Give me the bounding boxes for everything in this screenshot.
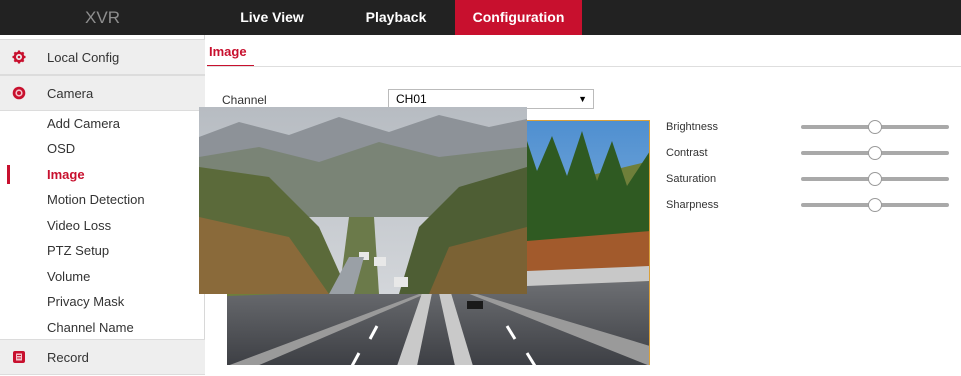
chevron-down-icon: ▼ (578, 94, 587, 104)
slider-thumb[interactable] (868, 120, 882, 134)
sidebar-item-video-loss[interactable]: Video Loss (0, 213, 205, 238)
sidebar-item-record[interactable]: Record (0, 339, 205, 375)
saturation-label: Saturation (666, 173, 717, 185)
slider-thumb[interactable] (868, 198, 882, 212)
sidebar-item-label: OSD (47, 141, 76, 156)
brightness-slider[interactable] (801, 120, 949, 134)
camera-preview-overlay-image (199, 107, 527, 294)
sidebar-item-label: Image (47, 167, 85, 182)
divider (207, 66, 961, 67)
sidebar-item-label: Record (47, 350, 89, 365)
sidebar-item-image[interactable]: Image (0, 162, 205, 187)
sidebar-item-label: Volume (47, 269, 91, 284)
sharpness-slider[interactable] (801, 198, 949, 212)
sidebar-item-volume[interactable]: Volume (0, 264, 205, 289)
sidebar-item-channel-name[interactable]: Channel Name (0, 315, 205, 340)
record-icon (12, 350, 26, 364)
sidebar-item-label: Privacy Mask (47, 294, 125, 309)
contrast-slider[interactable] (801, 146, 949, 160)
sidebar-item-add-camera[interactable]: Add Camera (0, 111, 205, 136)
sharpness-label: Sharpness (666, 199, 719, 211)
channel-label: Channel (222, 93, 267, 107)
slider-thumb[interactable] (868, 172, 882, 186)
sidebar: Local Config Camera Add Camera OSD Image… (0, 35, 205, 375)
top-bar: XVR Live View Playback Configuration (0, 0, 961, 35)
tab-configuration[interactable]: Configuration (455, 0, 582, 35)
sidebar-item-label: Camera (47, 86, 94, 101)
sidebar-item-label: Local Config (47, 50, 120, 65)
sidebar-item-label: Add Camera (47, 116, 120, 131)
sidebar-item-privacy-mask[interactable]: Privacy Mask (0, 289, 205, 314)
sidebar-item-label: Video Loss (47, 218, 112, 233)
sidebar-item-label: PTZ Setup (47, 243, 110, 258)
channel-select[interactable]: CH01 ▼ (388, 89, 594, 109)
sidebar-item-local-config[interactable]: Local Config (0, 39, 205, 75)
saturation-slider[interactable] (801, 172, 949, 186)
slider-thumb[interactable] (868, 146, 882, 160)
gear-icon (12, 50, 26, 64)
sidebar-item-osd[interactable]: OSD (0, 136, 205, 161)
page-title: Image (209, 44, 247, 59)
contrast-label: Contrast (666, 147, 708, 159)
sidebar-item-motion-detection[interactable]: Motion Detection (0, 187, 205, 212)
tab-live-view[interactable]: Live View (222, 0, 322, 35)
tab-playback[interactable]: Playback (346, 0, 446, 35)
brand-logo: XVR (85, 8, 120, 27)
camera-lens-icon (12, 86, 26, 100)
sidebar-item-ptz-setup[interactable]: PTZ Setup (0, 238, 205, 263)
brightness-label: Brightness (666, 121, 718, 133)
sidebar-item-label: Motion Detection (47, 192, 145, 207)
sidebar-item-camera[interactable]: Camera (0, 75, 205, 111)
sidebar-item-label: Channel Name (47, 320, 134, 335)
